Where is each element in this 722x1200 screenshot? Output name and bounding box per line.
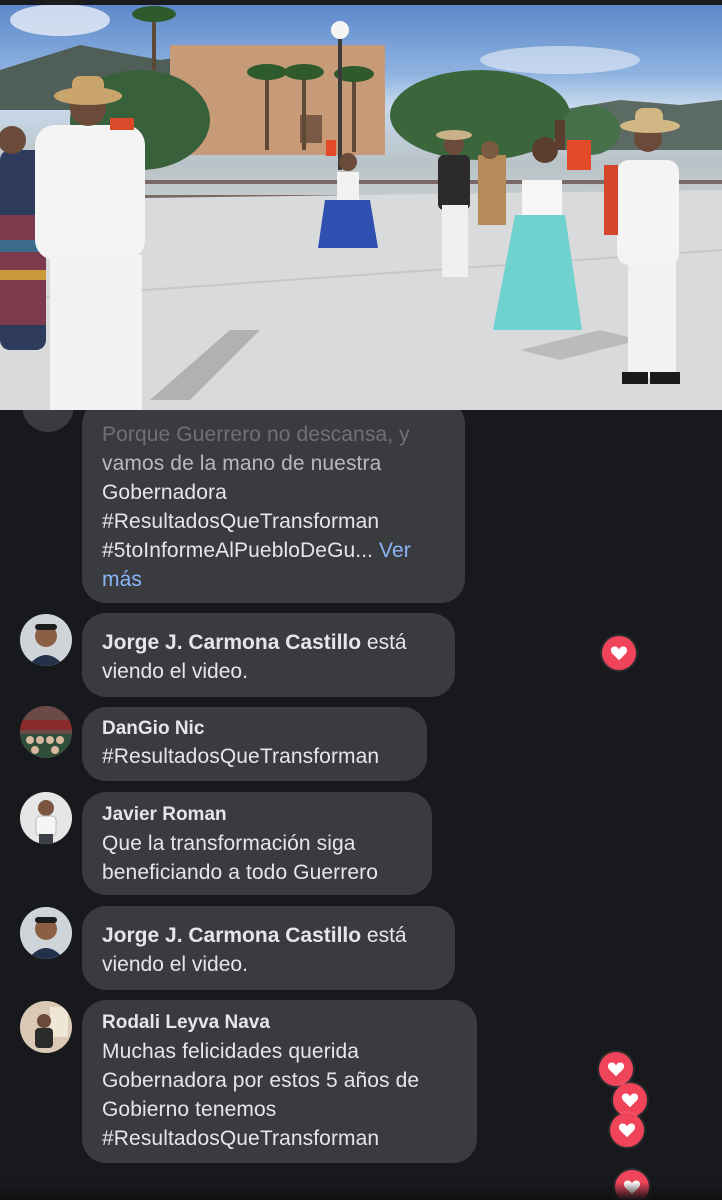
- see-more-link[interactable]: más: [102, 565, 462, 594]
- commenter-name[interactable]: Rodali Leyva Nava: [102, 1010, 270, 1036]
- comment-text: Gobernadora por estos 5 años de: [102, 1069, 420, 1092]
- video-frame: [0, 4, 722, 410]
- comment-text: #ResultadosQueTransforman: [102, 1127, 380, 1150]
- comment-text: Muchas felicidades querida: [102, 1040, 360, 1063]
- avatar: [22, 410, 74, 432]
- comments-list[interactable]: Porque Guerrero no descansa, y vamos de …: [0, 410, 722, 1200]
- comment-text: #ResultadosQueTransforman: [102, 510, 380, 533]
- bottom-fade: [0, 1182, 722, 1200]
- heart-icon: [599, 1052, 633, 1086]
- live-video-screen: Porque Guerrero no descansa, y vamos de …: [0, 0, 722, 1200]
- avatar[interactable]: [20, 614, 72, 666]
- comment-text: Gobernadora: [102, 481, 227, 504]
- comment-text: beneficiando a todo Guerrero: [102, 861, 378, 884]
- commenter-name[interactable]: Javier Roman: [102, 802, 227, 828]
- commenter-name[interactable]: Jorge J. Carmona Castillo: [102, 631, 361, 654]
- heart-icon: [602, 636, 636, 670]
- avatar[interactable]: [20, 706, 72, 758]
- comment-bubble[interactable]: Jorge J. Carmona Castillo está viendo el…: [82, 906, 455, 990]
- comment-text: Jorge J. Carmona Castillo está: [102, 924, 407, 947]
- comment-text: viendo el video.: [102, 953, 248, 976]
- comment-text: Jorge J. Carmona Castillo está: [102, 631, 407, 654]
- live-video-player[interactable]: [0, 0, 722, 410]
- comment-bubble[interactable]: Jorge J. Carmona Castillo está viendo el…: [82, 613, 455, 697]
- comment-text: Que la transformación siga: [102, 832, 356, 855]
- comment-bubble[interactable]: Javier Roman Que la transformación siga …: [82, 792, 432, 895]
- comment-bubble[interactable]: DanGio Nic #ResultadosQueTransforman: [82, 707, 427, 781]
- comment-bubble[interactable]: Porque Guerrero no descansa, y vamos de …: [82, 410, 465, 603]
- avatar[interactable]: [20, 907, 72, 959]
- comment-bubble[interactable]: Rodali Leyva Nava Muchas felicidades que…: [82, 1000, 477, 1163]
- commenter-name[interactable]: Jorge J. Carmona Castillo: [102, 924, 361, 947]
- comment-text: viendo el video.: [102, 660, 248, 683]
- comment-text: Porque Guerrero no descansa, y: [102, 423, 410, 446]
- heart-icon: [613, 1083, 647, 1117]
- comment-text: #ResultadosQueTransforman: [102, 745, 380, 768]
- comment-text: vamos de la mano de nuestra: [102, 452, 382, 475]
- avatar[interactable]: [20, 1001, 72, 1053]
- see-more-link[interactable]: Ver: [379, 539, 411, 562]
- avatar[interactable]: [20, 792, 72, 844]
- heart-icon: [610, 1113, 644, 1147]
- comment-text: #5toInformeAlPuebloDeGu... Ver: [102, 539, 411, 562]
- comment-text: Gobierno tenemos: [102, 1098, 277, 1121]
- commenter-name[interactable]: DanGio Nic: [102, 716, 204, 742]
- status-strip: [0, 0, 722, 5]
